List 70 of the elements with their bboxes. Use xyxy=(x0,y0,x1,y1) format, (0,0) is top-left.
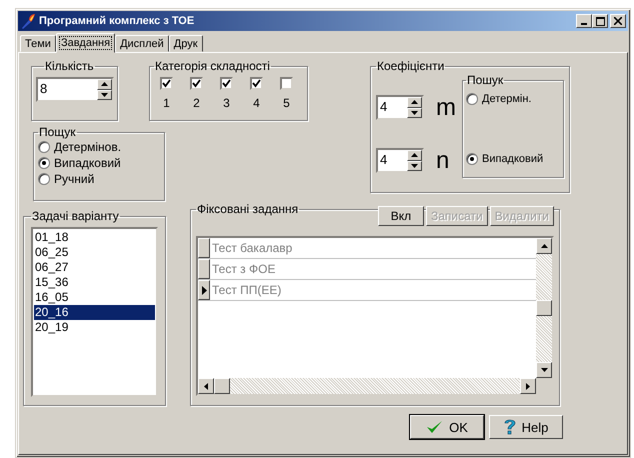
vertical-scrollbar[interactable] xyxy=(536,238,552,378)
list-item[interactable]: 15_36 xyxy=(34,275,155,290)
tab[interactable]: Дисплей xyxy=(115,35,169,52)
scroll-down-button[interactable] xyxy=(536,362,552,378)
checkbox-label: 5 xyxy=(283,96,290,110)
radio-button[interactable] xyxy=(38,173,50,185)
grid-cell-text: Тест з ФОЕ xyxy=(211,261,276,278)
checkbox-label: 4 xyxy=(253,96,260,110)
group-label: Коефіцієнти xyxy=(376,59,446,73)
tab[interactable]: Теми xyxy=(20,35,56,52)
maximize-button[interactable] xyxy=(592,14,608,28)
coefficient-symbol: n xyxy=(436,148,450,172)
list-item[interactable]: 06_27 xyxy=(34,260,155,275)
group-label: Задачі варіанту xyxy=(31,209,120,223)
checkbox[interactable] xyxy=(280,77,293,90)
radio-button[interactable] xyxy=(38,157,50,169)
list-item[interactable]: 16_05 xyxy=(34,290,155,305)
left-arrow-icon xyxy=(204,382,208,390)
minimize-button[interactable] xyxy=(576,14,592,28)
checkbox[interactable] xyxy=(160,77,173,90)
tab[interactable]: Завдання xyxy=(56,33,116,53)
radio-label: Детермінов. xyxy=(54,140,122,154)
checkbox-label: 2 xyxy=(193,96,200,110)
group-label: Пошук xyxy=(466,73,504,87)
list-item[interactable]: 20_16 xyxy=(34,305,155,320)
coefficient-symbol: m xyxy=(436,96,456,120)
list-item[interactable]: 01_18 xyxy=(34,230,155,245)
window-title: Програмний комплекс з ТОЕ xyxy=(39,15,194,27)
row-indicator[interactable] xyxy=(198,259,210,279)
group-label: Категорія складності xyxy=(154,59,271,73)
scroll-thumb[interactable] xyxy=(214,378,230,394)
radio-button[interactable] xyxy=(38,141,50,153)
checkbox-label: 3 xyxy=(223,96,230,110)
scroll-up-button[interactable] xyxy=(536,238,552,254)
help-icon xyxy=(504,419,516,435)
radio-label: Ручний xyxy=(54,172,94,186)
list-item[interactable]: 06_25 xyxy=(34,245,155,260)
checkmark-icon xyxy=(426,420,444,434)
checkbox-label: 1 xyxy=(163,96,170,110)
up-arrow-icon xyxy=(540,244,548,248)
down-arrow-icon xyxy=(540,368,548,372)
checkbox[interactable] xyxy=(190,77,203,90)
right-arrow-icon xyxy=(526,382,530,390)
help-button[interactable]: Help xyxy=(489,415,563,439)
grid-cell-text: Тест бакалавр xyxy=(211,240,294,257)
torch-icon xyxy=(20,13,36,29)
grid-cell-text: Тест ПП(ЕЕ) xyxy=(211,282,282,299)
group-label: Кількість xyxy=(44,59,95,73)
maximize-icon xyxy=(596,16,604,26)
radio-label: Випадковий xyxy=(482,153,544,165)
radio-button[interactable] xyxy=(466,153,478,165)
close-icon xyxy=(614,17,622,25)
row-indicator[interactable] xyxy=(198,238,210,258)
checkbox[interactable] xyxy=(220,77,233,90)
radio-button[interactable] xyxy=(466,93,478,105)
group-label: Пощук xyxy=(38,125,77,139)
list-item[interactable]: 20_19 xyxy=(34,320,155,335)
radio-label: Випадковий xyxy=(54,156,121,170)
scroll-thumb[interactable] xyxy=(536,300,552,316)
checkbox[interactable] xyxy=(250,77,263,90)
action-button[interactable]: Вкл xyxy=(378,206,424,226)
radio-label: Детермін. xyxy=(482,93,532,105)
row-indicator[interactable] xyxy=(198,280,210,300)
scroll-right-button[interactable] xyxy=(520,378,536,394)
ok-button[interactable]: OK xyxy=(410,415,484,439)
close-button[interactable] xyxy=(610,14,626,28)
group-label: Фіксовані задання xyxy=(196,202,300,216)
horizontal-scrollbar[interactable] xyxy=(198,378,536,394)
tab[interactable]: Друк xyxy=(168,35,203,52)
scroll-left-button[interactable] xyxy=(198,378,214,394)
